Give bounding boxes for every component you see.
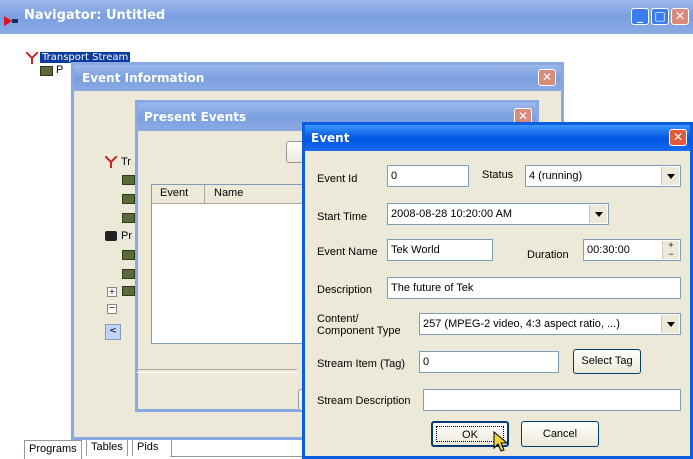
description-label: Description [317, 284, 373, 296]
description-field[interactable]: The future of Tek [387, 277, 681, 299]
stream-description-field[interactable] [423, 389, 681, 411]
tree-item-icon [122, 175, 135, 185]
select-tag-button[interactable]: Select Tag [573, 349, 641, 374]
spin-down-icon[interactable]: − [663, 250, 679, 259]
tree-item-icon [122, 213, 135, 223]
event-name-field[interactable]: Tek World [387, 239, 493, 261]
tree-stream-icon [104, 155, 118, 168]
content-type-value: 257 (MPEG-2 video, 4:3 aspect ratio, ...… [423, 318, 620, 330]
events-list-header: Event Name [152, 185, 310, 204]
chevron-down-icon[interactable] [661, 315, 679, 333]
navigator-titlebar[interactable]: Navigator: Untitled _ □ ✕ [0, 0, 693, 34]
app-icon [4, 9, 18, 26]
event-name-label: Event Name [317, 246, 378, 258]
column-event[interactable]: Event [160, 187, 188, 199]
event-information-close-button[interactable]: ✕ [538, 69, 556, 86]
tree-item-icon [122, 269, 135, 279]
duration-field[interactable]: 00:30:00 + − [583, 239, 681, 261]
tree-collapse-icon[interactable]: − [107, 304, 117, 314]
start-time-picker[interactable]: 2008-08-28 10:20:00 AM [387, 203, 609, 225]
tree-item-icon [122, 194, 135, 204]
present-events-title: Present Events [144, 110, 247, 124]
present-events-separator [137, 369, 297, 373]
chevron-down-icon[interactable] [589, 205, 607, 223]
tree-program-label: Pr [121, 230, 132, 242]
tab-tables[interactable]: Tables [86, 438, 128, 456]
close-button[interactable]: ✕ [671, 8, 689, 25]
tree-item-icon [122, 250, 135, 260]
status-select[interactable]: 4 (running) [525, 165, 681, 187]
tree-stream-label: Tr [121, 156, 131, 168]
chevron-down-icon[interactable] [661, 167, 679, 185]
events-list[interactable]: Event Name [151, 184, 311, 344]
duration-spinner[interactable]: + − [662, 241, 679, 259]
event-dialog-close-button[interactable]: ✕ [669, 129, 687, 146]
content-type-label-1: Content/ [317, 313, 359, 325]
event-id-field[interactable]: 0 [387, 165, 469, 187]
navigator-title: Navigator: Untitled [24, 8, 166, 23]
column-divider [204, 185, 205, 203]
stream-item-field[interactable]: 0 [419, 351, 559, 373]
duration-value: 00:30:00 [587, 244, 630, 256]
duration-label: Duration [527, 249, 569, 261]
tree-item-icon [122, 286, 135, 296]
tree-scroll-left-button[interactable]: < [105, 324, 121, 340]
minimize-button[interactable]: _ [631, 8, 649, 25]
event-dialog-titlebar[interactable]: Event ✕ [305, 125, 690, 151]
event-dialog: Event ✕ Event Id 0 Status 4 (running) St… [302, 122, 693, 459]
maximize-button[interactable]: □ [651, 8, 669, 25]
cancel-label: Cancel [542, 428, 578, 440]
start-time-value: 2008-08-28 10:20:00 AM [391, 208, 513, 220]
status-label: Status [482, 169, 514, 181]
event-information-titlebar[interactable]: Event Information ✕ [74, 65, 561, 91]
status-value: 4 (running) [529, 170, 583, 182]
tab-programs[interactable]: Programs [24, 440, 82, 459]
cancel-button[interactable]: Cancel [521, 421, 599, 447]
content-type-label-2: Component Type [317, 325, 401, 337]
event-id-label: Event Id [317, 173, 358, 185]
tree-child-icon [40, 66, 53, 76]
column-name[interactable]: Name [214, 187, 243, 199]
content-type-select[interactable]: 257 (MPEG-2 video, 4:3 aspect ratio, ...… [419, 313, 681, 335]
event-dialog-title: Event [311, 131, 350, 145]
stream-description-label: Stream Description [317, 395, 411, 407]
stream-item-label: Stream Item (Tag) [317, 358, 406, 370]
tree-root-icon [25, 51, 39, 64]
mouse-cursor-icon [493, 430, 509, 453]
select-tag-label: Select Tag [581, 355, 633, 367]
tree-program-icon [105, 231, 117, 241]
tab-pids[interactable]: Pids [132, 438, 172, 456]
tree-child-label[interactable]: P [56, 64, 63, 76]
event-information-title: Event Information [82, 71, 205, 85]
start-time-label: Start Time [317, 211, 368, 223]
tree-expand-icon[interactable]: + [107, 287, 117, 297]
